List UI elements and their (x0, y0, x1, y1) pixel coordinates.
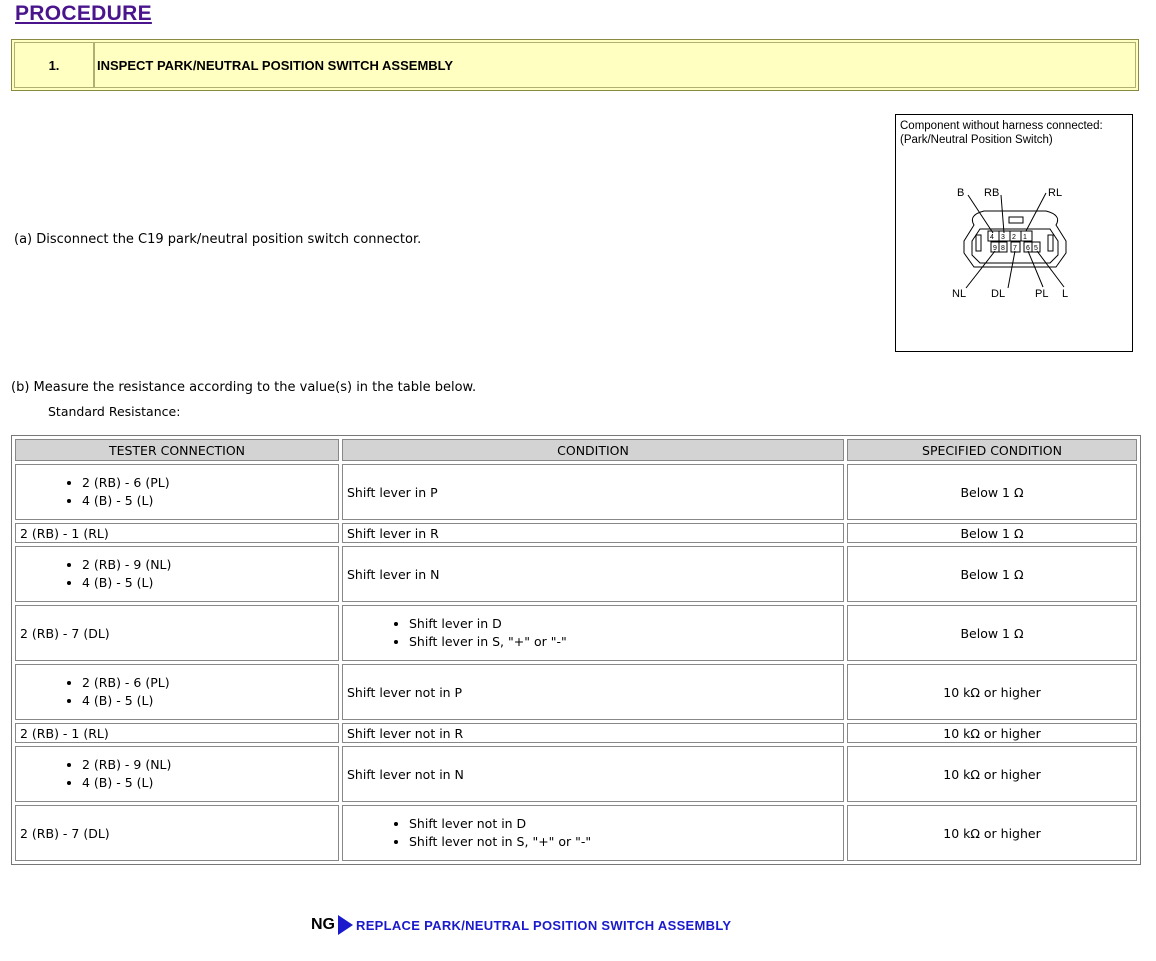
table-row: 2 (RB) - 6 (PL) 4 (B) - 5 (L) Shift leve… (15, 464, 1137, 520)
condition-cell: Shift lever in P (342, 464, 844, 520)
pin-label-dl: DL (991, 288, 1005, 300)
table-row: 2 (RB) - 9 (NL) 4 (B) - 5 (L) Shift leve… (15, 546, 1137, 602)
tester-item: 2 (RB) - 9 (NL) (82, 556, 334, 574)
pin-label-l: L (1062, 288, 1068, 300)
page-title: PROCEDURE (15, 2, 152, 25)
tester-cell: 2 (RB) - 1 (RL) (15, 523, 339, 543)
spec-cell: 10 kΩ or higher (847, 664, 1137, 720)
connector-figure: Component without harness connected: (Pa… (895, 114, 1133, 352)
pin-6: 6 (1026, 245, 1030, 252)
condition-item: Shift lever in D (409, 615, 839, 633)
condition-cell: Shift lever not in D Shift lever not in … (342, 805, 844, 861)
condition-cell: Shift lever not in N (342, 746, 844, 802)
step-title: INSPECT PARK/NEUTRAL POSITION SWITCH ASS… (94, 42, 1136, 88)
condition-cell: Shift lever in D Shift lever in S, "+" o… (342, 605, 844, 661)
tester-item: 2 (RB) - 9 (NL) (82, 756, 334, 774)
table-row: 2 (RB) - 9 (NL) 4 (B) - 5 (L) Shift leve… (15, 746, 1137, 802)
spec-cell: Below 1 Ω (847, 605, 1137, 661)
table-row: 2 (RB) - 1 (RL) Shift lever not in R 10 … (15, 723, 1137, 743)
pin-label-nl: NL (952, 288, 966, 300)
ng-label: NG (311, 916, 335, 933)
pin-label-rl: RL (1048, 187, 1062, 199)
condition-cell: Shift lever in N (342, 546, 844, 602)
tester-cell: 2 (RB) - 6 (PL) 4 (B) - 5 (L) (15, 464, 339, 520)
tester-cell: 2 (RB) - 9 (NL) 4 (B) - 5 (L) (15, 746, 339, 802)
pin-8: 8 (1001, 245, 1005, 252)
spec-cell: 10 kΩ or higher (847, 723, 1137, 743)
spec-cell: Below 1 Ω (847, 523, 1137, 543)
tester-item: 2 (RB) - 6 (PL) (82, 474, 334, 492)
spec-cell: 10 kΩ or higher (847, 805, 1137, 861)
table-row: 2 (RB) - 7 (DL) Shift lever in D Shift l… (15, 605, 1137, 661)
step-number: 1. (14, 42, 94, 88)
condition-cell: Shift lever not in R (342, 723, 844, 743)
condition-item: Shift lever not in D (409, 815, 839, 833)
pin-1: 1 (1023, 234, 1027, 241)
instruction-a: (a) Disconnect the C19 park/neutral posi… (14, 232, 422, 247)
condition-item: Shift lever in S, "+" or "-" (409, 633, 839, 651)
table-row: 2 (RB) - 1 (RL) Shift lever in R Below 1… (15, 523, 1137, 543)
condition-cell: Shift lever not in P (342, 664, 844, 720)
pin-label-b: B (957, 187, 964, 199)
table-header-row: TESTER CONNECTION CONDITION SPECIFIED CO… (15, 439, 1137, 461)
pin-9: 9 (993, 245, 997, 252)
connector-diagram: B RB RL NL DL PL L 4 3 2 1 9 8 7 6 5 (952, 187, 1068, 300)
header-specified-condition: SPECIFIED CONDITION (847, 439, 1137, 461)
tester-item: 2 (RB) - 6 (PL) (82, 674, 334, 692)
pin-5: 5 (1034, 245, 1038, 252)
ng-result: NG REPLACE PARK/NEUTRAL POSITION SWITCH … (311, 915, 731, 935)
tester-item: 4 (B) - 5 (L) (82, 574, 334, 592)
tester-cell: 2 (RB) - 6 (PL) 4 (B) - 5 (L) (15, 664, 339, 720)
header-tester-connection: TESTER CONNECTION (15, 439, 339, 461)
tester-item: 4 (B) - 5 (L) (82, 492, 334, 510)
arrow-right-icon (338, 915, 353, 935)
pin-4: 4 (990, 234, 994, 241)
pin-label-rb: RB (984, 187, 999, 199)
tester-cell: 2 (RB) - 7 (DL) (15, 805, 339, 861)
tester-item: 4 (B) - 5 (L) (82, 692, 334, 710)
tester-cell: 2 (RB) - 1 (RL) (15, 723, 339, 743)
pin-7: 7 (1013, 245, 1017, 252)
spec-cell: 10 kΩ or higher (847, 746, 1137, 802)
tester-item: 4 (B) - 5 (L) (82, 774, 334, 792)
replace-switch-link[interactable]: REPLACE PARK/NEUTRAL POSITION SWITCH ASS… (356, 918, 731, 933)
table-row: 2 (RB) - 6 (PL) 4 (B) - 5 (L) Shift leve… (15, 664, 1137, 720)
condition-cell: Shift lever in R (342, 523, 844, 543)
header-condition: CONDITION (342, 439, 844, 461)
standard-resistance-label: Standard Resistance: (48, 404, 181, 419)
step-header: 1. INSPECT PARK/NEUTRAL POSITION SWITCH … (11, 39, 1139, 91)
pin-3: 3 (1001, 234, 1005, 241)
condition-item: Shift lever not in S, "+" or "-" (409, 833, 839, 851)
tester-cell: 2 (RB) - 9 (NL) 4 (B) - 5 (L) (15, 546, 339, 602)
pin-label-pl: PL (1035, 288, 1048, 300)
table-row: 2 (RB) - 7 (DL) Shift lever not in D Shi… (15, 805, 1137, 861)
pin-2: 2 (1012, 234, 1016, 241)
instruction-b: (b) Measure the resistance according to … (11, 380, 477, 395)
spec-cell: Below 1 Ω (847, 464, 1137, 520)
tester-cell: 2 (RB) - 7 (DL) (15, 605, 339, 661)
resistance-table: TESTER CONNECTION CONDITION SPECIFIED CO… (11, 435, 1141, 865)
spec-cell: Below 1 Ω (847, 546, 1137, 602)
